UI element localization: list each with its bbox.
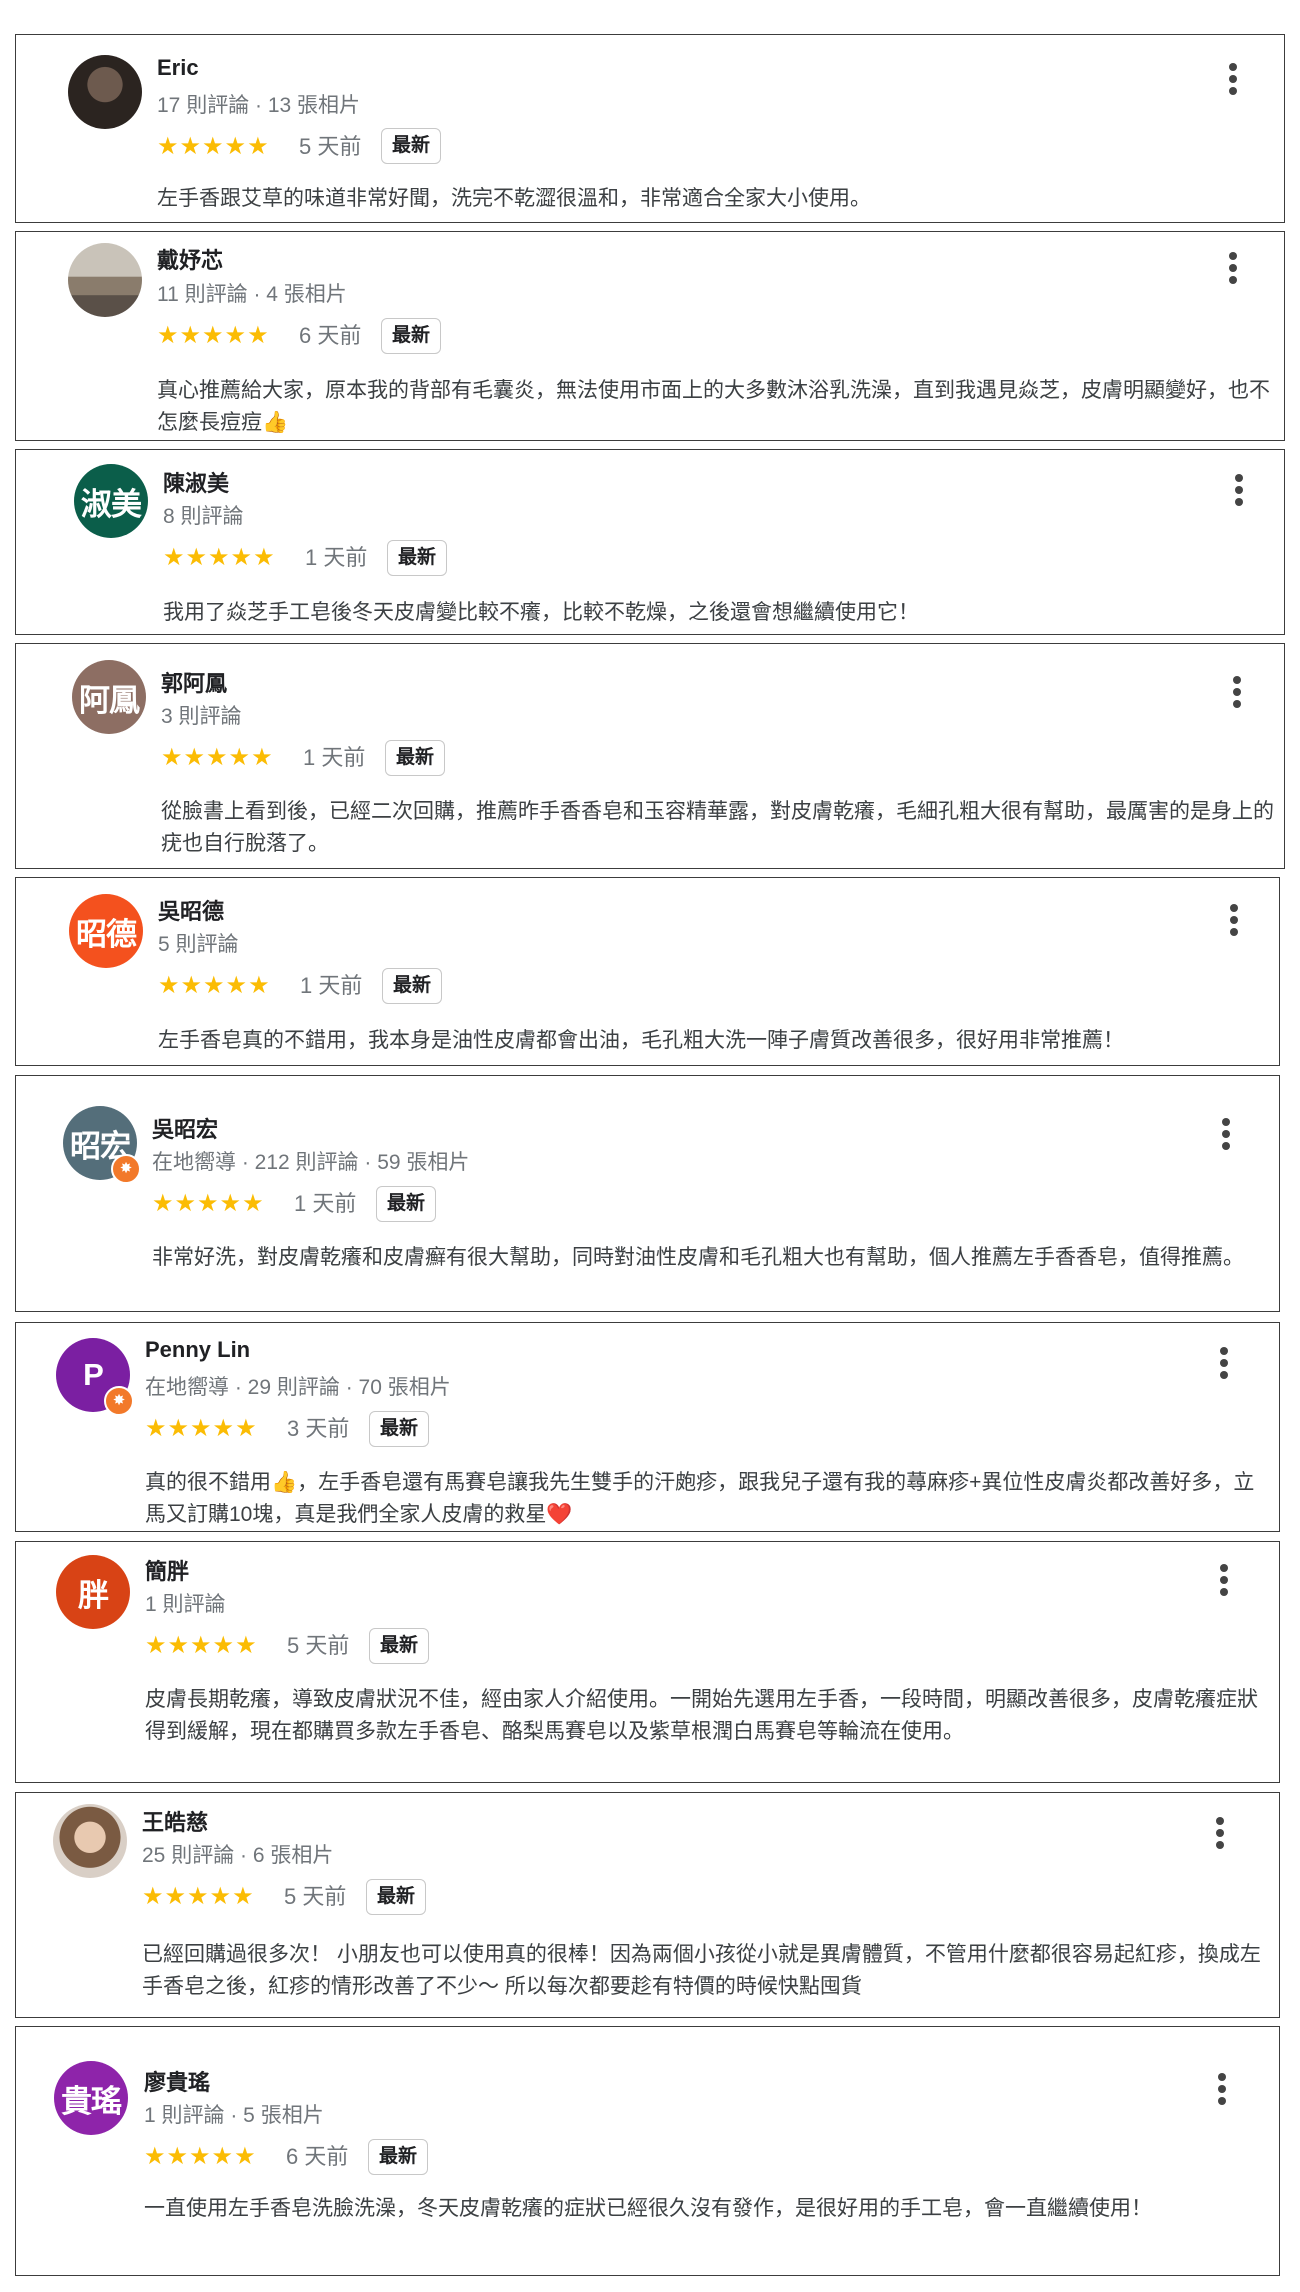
reviewer-meta: 5 則評論	[158, 933, 239, 956]
newest-tag: 最新	[366, 1879, 427, 1915]
rating-stars: ★★★★★	[152, 1190, 265, 1217]
reviewer-name[interactable]: Penny Lin	[145, 1337, 250, 1363]
review-time: 6 天前	[286, 2144, 349, 2169]
more-options-icon[interactable]	[1216, 1116, 1236, 1152]
review-text: 皮膚長期乾癢，導致皮膚狀況不佳，經由家人介紹使用。一開始先選用左手香，一段時間，…	[145, 1688, 1258, 1743]
more-options-icon[interactable]	[1210, 1815, 1230, 1851]
review-text: 左手香跟艾草的味道非常好聞，洗完不乾澀很溫和，非常適合全家大小使用。	[157, 187, 871, 210]
newest-tag: 最新	[382, 968, 443, 1004]
review-time: 6 天前	[299, 323, 362, 348]
review-card: 胖 簡胖 1 則評論 ★★★★★ 5 天前 最新 皮膚長期乾癢，導致皮膚狀況不佳…	[15, 1541, 1280, 1783]
more-options-icon[interactable]	[1227, 674, 1247, 710]
reviewer-meta: 11 則評論 · 4 張相片	[157, 283, 347, 306]
review-time: 1 天前	[294, 1191, 357, 1216]
reviewer-meta: 8 則評論	[163, 505, 244, 528]
reviewer-name[interactable]: 吳昭德	[158, 894, 224, 926]
more-options-icon[interactable]	[1223, 61, 1243, 97]
more-options-icon[interactable]	[1224, 902, 1244, 938]
rating-stars: ★★★★★	[142, 1883, 255, 1910]
review-time: 1 天前	[305, 545, 368, 570]
rating-stars: ★★★★★	[145, 1632, 258, 1659]
review-time: 1 天前	[303, 745, 366, 770]
avatar[interactable]: 貴瑤	[54, 2061, 128, 2135]
review-card: 貴瑤 廖貴瑤 1 則評論 · 5 張相片 ★★★★★ 6 天前 最新 一直使用左…	[15, 2026, 1280, 2276]
reviewer-meta: 在地嚮導 · 212 則評論 · 59 張相片	[152, 1151, 470, 1174]
newest-tag: 最新	[385, 740, 446, 776]
reviewer-meta: 3 則評論	[161, 705, 242, 728]
reviewer-name[interactable]: 郭阿鳳	[161, 666, 227, 698]
review-card: 戴妤芯 11 則評論 · 4 張相片 ★★★★★ 6 天前 最新 真心推薦給大家…	[15, 231, 1285, 441]
newest-tag: 最新	[387, 540, 448, 576]
review-time: 3 天前	[287, 1416, 350, 1441]
avatar[interactable]	[68, 55, 142, 129]
avatar[interactable]: P ✸	[56, 1338, 134, 1416]
rating-stars: ★★★★★	[161, 744, 274, 771]
reviewer-meta: 25 則評論 · 6 張相片	[142, 1844, 334, 1867]
review-card: P ✸ Penny Lin 在地嚮導 · 29 則評論 · 70 張相片 ★★★…	[15, 1322, 1280, 1532]
more-options-icon[interactable]	[1214, 1562, 1234, 1598]
reviewer-name[interactable]: 簡胖	[145, 1554, 189, 1586]
newest-tag: 最新	[381, 318, 442, 354]
reviewer-meta: 1 則評論 · 5 張相片	[144, 2104, 324, 2127]
review-time: 5 天前	[284, 1884, 347, 1909]
review-text: 一直使用左手香皂洗臉洗澡，冬天皮膚乾癢的症狀已經很久沒有發作，是很好用的手工皂，…	[144, 2197, 1152, 2220]
avatar[interactable]: 淑美	[74, 464, 148, 538]
more-options-icon[interactable]	[1223, 250, 1243, 286]
review-card: 淑美 陳淑美 8 則評論 ★★★★★ 1 天前 最新 我用了焱芝手工皂後冬天皮膚…	[15, 449, 1285, 635]
review-card: 阿鳳 郭阿鳳 3 則評論 ★★★★★ 1 天前 最新 從臉書上看到後，已經二次回…	[15, 643, 1285, 869]
review-time: 5 天前	[287, 1633, 350, 1658]
review-text: 非常好洗，對皮膚乾癢和皮膚癬有很大幫助，同時對油性皮膚和毛孔粗大也有幫助，個人推…	[152, 1246, 1244, 1269]
review-text: 從臉書上看到後，已經二次回購，推薦昨手香香皂和玉容精華露，對皮膚乾癢，毛細孔粗大…	[161, 800, 1274, 855]
review-time: 5 天前	[299, 134, 362, 159]
avatar[interactable]	[53, 1804, 127, 1878]
review-text: 我用了焱芝手工皂後冬天皮膚變比較不癢，比較不乾燥，之後還會想繼續使用它！	[163, 601, 919, 624]
avatar[interactable]	[68, 243, 142, 317]
rating-stars: ★★★★★	[157, 322, 270, 349]
rating-stars: ★★★★★	[163, 544, 276, 571]
rating-stars: ★★★★★	[144, 2143, 257, 2170]
newest-tag: 最新	[376, 1186, 437, 1222]
local-guide-badge-icon: ✸	[104, 1386, 134, 1416]
review-time: 1 天前	[300, 973, 363, 998]
reviewer-name[interactable]: 廖貴瑤	[144, 2065, 210, 2097]
newest-tag: 最新	[381, 128, 442, 164]
more-options-icon[interactable]	[1214, 1345, 1234, 1381]
reviewer-meta: 1 則評論	[145, 1593, 226, 1616]
rating-stars: ★★★★★	[145, 1415, 258, 1442]
newest-tag: 最新	[368, 2139, 429, 2175]
avatar[interactable]: 昭德	[69, 894, 143, 968]
reviewer-name[interactable]: 陳淑美	[163, 466, 229, 498]
review-text: 真心推薦給大家，原本我的背部有毛囊炎，無法使用市面上的大多數沐浴乳洗澡，直到我遇…	[157, 379, 1270, 434]
more-options-icon[interactable]	[1212, 2071, 1232, 2107]
local-guide-badge-icon: ✸	[111, 1154, 141, 1184]
avatar[interactable]: 胖	[56, 1555, 130, 1629]
more-options-icon[interactable]	[1229, 472, 1249, 508]
review-text: 真的很不錯用👍，左手香皂還有馬賽皂讓我先生雙手的汗皰疹，跟我兒子還有我的蕁麻疹+…	[145, 1471, 1255, 1526]
review-text: 左手香皂真的不錯用，我本身是油性皮膚都會出油，毛孔粗大洗一陣子膚質改善很多，很好…	[158, 1029, 1124, 1052]
review-card: 昭德 吳昭德 5 則評論 ★★★★★ 1 天前 最新 左手香皂真的不錯用，我本身…	[15, 877, 1280, 1066]
reviewer-name[interactable]: Eric	[157, 55, 199, 81]
rating-stars: ★★★★★	[158, 972, 271, 999]
review-card: Eric 17 則評論 · 13 張相片 ★★★★★ 5 天前 最新 左手香跟艾…	[15, 34, 1285, 223]
avatar[interactable]: 昭宏 ✸	[63, 1106, 141, 1184]
reviewer-name[interactable]: 吳昭宏	[152, 1112, 218, 1144]
avatar[interactable]: 阿鳳	[72, 660, 146, 734]
review-card: 昭宏 ✸ 吳昭宏 在地嚮導 · 212 則評論 · 59 張相片 ★★★★★ 1…	[15, 1075, 1280, 1312]
rating-stars: ★★★★★	[157, 133, 270, 160]
newest-tag: 最新	[369, 1411, 430, 1447]
newest-tag: 最新	[369, 1628, 430, 1664]
reviewer-name[interactable]: 王皓慈	[142, 1805, 208, 1837]
reviewer-meta: 在地嚮導 · 29 則評論 · 70 張相片	[145, 1376, 451, 1399]
reviewer-name[interactable]: 戴妤芯	[157, 243, 223, 275]
review-card: 王皓慈 25 則評論 · 6 張相片 ★★★★★ 5 天前 最新 已經回購過很多…	[15, 1792, 1280, 2018]
reviewer-meta: 17 則評論 · 13 張相片	[157, 94, 361, 117]
review-text: 已經回購過很多次！ 小朋友也可以使用真的很棒！因為兩個小孩從小就是異膚體質，不管…	[142, 1943, 1261, 1998]
